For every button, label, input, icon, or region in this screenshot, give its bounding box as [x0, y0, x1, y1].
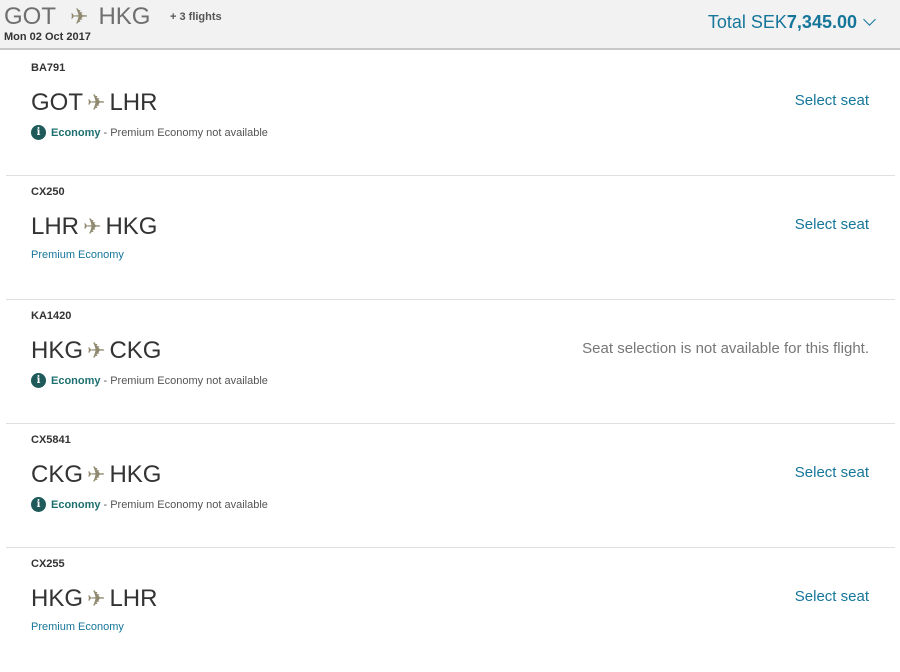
flight-number: KA1420: [31, 310, 72, 322]
cabin-class: Economy: [51, 498, 101, 511]
plane-icon: ✈: [87, 90, 106, 115]
segment-origin: CKG: [31, 461, 84, 488]
info-icon[interactable]: i: [31, 497, 46, 512]
flight-number: CX250: [31, 186, 65, 198]
flight-number: CX5841: [31, 434, 71, 446]
cabin-info: i Economy - Premium Economy not availabl…: [31, 373, 268, 388]
segment-origin: HKG: [31, 585, 84, 612]
cabin-info: i Economy - Premium Economy not availabl…: [31, 497, 268, 512]
plane-icon: ✈: [87, 338, 106, 363]
cabin-class: Economy: [51, 126, 101, 139]
segment-origin: GOT: [31, 89, 83, 116]
info-icon[interactable]: i: [31, 373, 46, 388]
flight-segment: CX5841 CKG ✈ HKG i Economy - Premium Eco…: [6, 424, 895, 548]
segment-route: GOT ✈ LHR: [31, 89, 157, 117]
segment-destination: HKG: [109, 461, 162, 488]
flight-segment: KA1420 HKG ✈ CKG i Economy - Premium Eco…: [6, 300, 895, 424]
segment-origin: LHR: [31, 213, 80, 240]
trip-header: GOT ✈ HKG + 3 flights Mon 02 Oct 2017 To…: [0, 0, 900, 50]
flight-segment: BA791 GOT ✈ LHR i Economy - Premium Econ…: [6, 52, 895, 176]
seat-selection-unavailable: Seat selection is not available for this…: [582, 340, 869, 357]
cabin-class: Premium Economy: [31, 249, 124, 261]
plane-icon: ✈: [83, 214, 102, 239]
cabin-info: Premium Economy: [31, 621, 124, 633]
total-price-toggle[interactable]: Total SEK 7,345.00: [707, 12, 876, 33]
plane-icon: ✈: [87, 586, 106, 611]
flight-segment: CX255 HKG ✈ LHR Premium Economy Select s…: [6, 548, 895, 672]
trip-date: Mon 02 Oct 2017: [4, 31, 91, 43]
select-seat-button[interactable]: Select seat: [795, 92, 869, 109]
segment-route: CKG ✈ HKG: [31, 461, 161, 489]
cabin-info: i Economy - Premium Economy not availabl…: [31, 125, 268, 140]
cabin-class: Premium Economy: [31, 621, 124, 633]
cabin-note: Premium Economy not available: [110, 126, 268, 139]
trip-route-title: GOT ✈ HKG: [4, 4, 150, 30]
segment-destination: LHR: [109, 585, 158, 612]
plane-icon: ✈: [87, 462, 106, 487]
segment-route: HKG ✈ LHR: [31, 585, 157, 613]
info-icon[interactable]: i: [31, 125, 46, 140]
trip-destination: HKG: [98, 3, 151, 30]
cabin-separator: -: [103, 374, 108, 387]
segment-destination: HKG: [105, 213, 158, 240]
flight-number: CX255: [31, 558, 65, 570]
select-seat-button[interactable]: Select seat: [795, 216, 869, 233]
total-label: Total SEK: [707, 12, 787, 32]
cabin-note: Premium Economy not available: [110, 374, 268, 387]
cabin-separator: -: [103, 126, 108, 139]
select-seat-button[interactable]: Select seat: [795, 588, 869, 605]
cabin-note: Premium Economy not available: [110, 498, 268, 511]
select-seat-button[interactable]: Select seat: [795, 464, 869, 481]
chevron-down-icon: [863, 13, 876, 26]
segment-origin: HKG: [31, 337, 84, 364]
total-amount: 7,345.00: [786, 12, 857, 32]
cabin-info: Premium Economy: [31, 249, 124, 261]
segment-route: LHR ✈ HKG: [31, 213, 157, 241]
segment-destination: LHR: [109, 89, 158, 116]
cabin-class: Economy: [51, 374, 101, 387]
segment-route: HKG ✈ CKG: [31, 337, 161, 365]
more-flights-count: + 3 flights: [170, 11, 222, 23]
flight-segment-list: BA791 GOT ✈ LHR i Economy - Premium Econ…: [6, 52, 895, 672]
plane-icon: ✈: [70, 4, 89, 29]
trip-origin: GOT: [4, 3, 56, 30]
cabin-separator: -: [103, 498, 108, 511]
flight-segment: CX250 LHR ✈ HKG Premium Economy Select s…: [6, 176, 895, 300]
flight-number: BA791: [31, 62, 66, 74]
segment-destination: CKG: [109, 337, 162, 364]
